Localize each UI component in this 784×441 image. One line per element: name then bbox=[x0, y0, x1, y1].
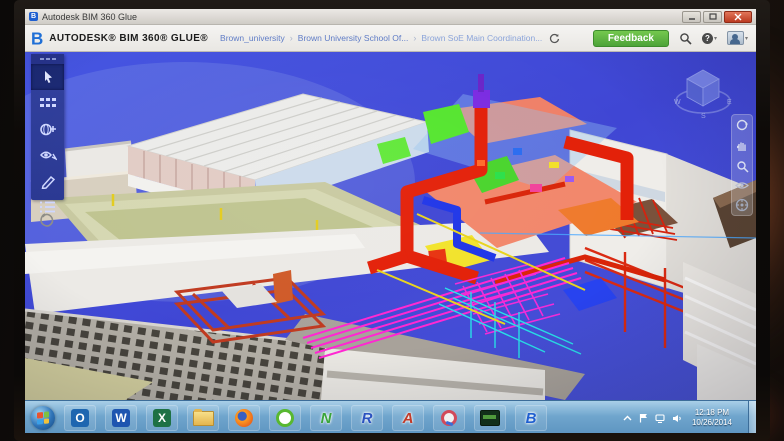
user-menu[interactable]: ▾ bbox=[727, 31, 748, 45]
breadcrumb-project[interactable]: Brown_university bbox=[220, 33, 285, 43]
breadcrumb: Brown_university › Brown University Scho… bbox=[220, 33, 560, 44]
viewcube[interactable]: W S E bbox=[672, 60, 734, 122]
taskbar-item-firefox[interactable] bbox=[228, 405, 260, 431]
folder-icon bbox=[193, 411, 214, 426]
clock-date: 10/26/2014 bbox=[692, 418, 732, 428]
search-icon[interactable] bbox=[679, 32, 692, 45]
taskbar-item-badge-app[interactable] bbox=[433, 405, 465, 431]
avatar bbox=[727, 31, 744, 45]
maximize-button[interactable] bbox=[703, 11, 722, 23]
taskbar: O W X N R A bbox=[25, 400, 756, 433]
select-arrow-icon[interactable] bbox=[31, 64, 64, 90]
taskbar-clock[interactable]: 12:18 PM 10/26/2014 bbox=[689, 408, 735, 429]
orbit-icon[interactable] bbox=[735, 118, 749, 132]
navigation-wheel-icon[interactable] bbox=[735, 198, 749, 212]
help-menu[interactable]: ? ▾ bbox=[702, 33, 717, 44]
chevron-down-icon: ▾ bbox=[745, 35, 748, 42]
left-toolbar bbox=[31, 54, 64, 200]
dark-green-app-icon bbox=[480, 410, 500, 426]
panel-handle[interactable] bbox=[31, 54, 64, 64]
camera-view-icon[interactable] bbox=[31, 142, 64, 168]
bim360-glue-icon: B bbox=[526, 410, 537, 427]
refresh-icon[interactable] bbox=[549, 33, 560, 44]
taskbar-item-green-swirl[interactable] bbox=[269, 405, 301, 431]
markup-pencil-icon[interactable] bbox=[31, 168, 64, 194]
brand-title: AUTODESK® BIM 360® GLUE® bbox=[49, 33, 208, 44]
excel-icon: X bbox=[153, 409, 171, 427]
models-icon[interactable] bbox=[31, 90, 64, 116]
window-title: Autodesk BIM 360 Glue bbox=[42, 12, 137, 22]
compass-west: W bbox=[674, 99, 681, 106]
breadcrumb-separator: › bbox=[413, 33, 416, 43]
action-center-flag-icon[interactable] bbox=[639, 413, 648, 423]
taskbar-item-autocad[interactable]: A bbox=[392, 405, 424, 431]
feedback-button[interactable]: Feedback bbox=[593, 30, 669, 47]
activity-list-icon[interactable] bbox=[31, 194, 64, 220]
model-viewport[interactable]: W S E bbox=[25, 52, 756, 400]
app-favicon: B bbox=[29, 12, 38, 21]
look-eye-icon[interactable] bbox=[735, 180, 749, 191]
taskbar-item-navisworks[interactable]: N bbox=[310, 405, 342, 431]
app-header: B AUTODESK® BIM 360® GLUE® Brown_univers… bbox=[25, 25, 756, 52]
show-hidden-icons[interactable] bbox=[623, 415, 632, 422]
revit-icon: R bbox=[362, 410, 373, 427]
taskbar-item-explorer[interactable] bbox=[187, 405, 219, 431]
views-globe-icon[interactable] bbox=[31, 116, 64, 142]
outlook-icon: O bbox=[71, 409, 89, 427]
taskbar-item-excel[interactable]: X bbox=[146, 405, 178, 431]
compass-south: S bbox=[701, 113, 706, 120]
navigation-toolbar bbox=[731, 114, 753, 216]
model-3d-scene[interactable] bbox=[25, 52, 756, 400]
taskbar-item-word[interactable]: W bbox=[105, 405, 137, 431]
help-icon: ? bbox=[702, 33, 713, 44]
system-tray: 12:18 PM 10/26/2014 bbox=[623, 408, 739, 429]
close-button[interactable] bbox=[724, 11, 752, 23]
navisworks-icon: N bbox=[321, 410, 332, 427]
badge-app-icon bbox=[441, 410, 457, 426]
breadcrumb-separator: › bbox=[290, 33, 293, 43]
window-titlebar[interactable]: B Autodesk BIM 360 Glue bbox=[25, 9, 756, 25]
monitor-photo: B Autodesk BIM 360 Glue B AUTODESK® BIM … bbox=[0, 0, 784, 441]
minimize-button[interactable] bbox=[682, 11, 701, 23]
screen: B Autodesk BIM 360 Glue B AUTODESK® BIM … bbox=[25, 9, 756, 433]
bim360-logo[interactable]: B bbox=[31, 29, 43, 47]
taskbar-item-revit[interactable]: R bbox=[351, 405, 383, 431]
breadcrumb-folder[interactable]: Brown University School Of... bbox=[298, 33, 409, 43]
taskbar-item-outlook[interactable]: O bbox=[64, 405, 96, 431]
breadcrumb-model[interactable]: Brown SoE Main Coordination... bbox=[421, 33, 542, 43]
compass-east: E bbox=[727, 99, 732, 106]
clock-time: 12:18 PM bbox=[692, 408, 732, 418]
show-desktop-button[interactable] bbox=[748, 401, 756, 433]
pan-hand-icon[interactable] bbox=[735, 139, 749, 153]
start-button[interactable] bbox=[31, 406, 55, 430]
network-icon[interactable] bbox=[655, 414, 665, 423]
taskbar-item-bim360-glue[interactable]: B bbox=[515, 405, 547, 431]
firefox-icon bbox=[235, 409, 253, 427]
zoom-icon[interactable] bbox=[736, 160, 749, 173]
chevron-down-icon: ▾ bbox=[714, 35, 717, 42]
taskbar-item-dark-green-app[interactable] bbox=[474, 405, 506, 431]
word-icon: W bbox=[112, 409, 130, 427]
autocad-icon: A bbox=[403, 410, 414, 427]
volume-icon[interactable] bbox=[672, 414, 682, 423]
green-swirl-icon bbox=[276, 409, 294, 427]
